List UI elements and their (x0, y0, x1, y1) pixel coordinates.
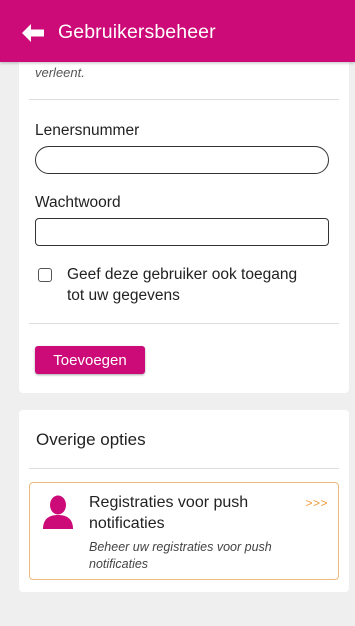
access-checkbox-label: Geef deze gebruiker ook toegang tot uw g… (67, 266, 298, 304)
lenersnummer-input[interactable] (35, 146, 329, 174)
intro-text-tail: verleent. (35, 65, 85, 80)
lenersnummer-label: Lenersnummer (35, 122, 140, 139)
app-header: Gebruikersbeheer (0, 0, 355, 62)
push-registrations-option[interactable]: Registraties voor push notificaties Behe… (29, 482, 339, 580)
wachtwoord-input[interactable] (35, 218, 329, 246)
back-arrow-icon[interactable] (21, 23, 45, 43)
access-checkbox[interactable] (38, 268, 52, 282)
divider (29, 468, 339, 469)
wachtwoord-label: Wachtwoord (35, 194, 121, 211)
chevron-right-icon: >>> (305, 496, 328, 510)
page-title: Gebruikersbeheer (58, 21, 216, 43)
option-subtitle: Beheer uw registraties voor push notific… (89, 540, 272, 571)
user-icon (43, 495, 73, 529)
divider (29, 99, 339, 100)
section-title: Overige opties (36, 430, 146, 449)
other-options-card: Overige opties Registraties voor push no… (19, 410, 349, 592)
divider (29, 323, 339, 324)
add-user-card: . verleent. Lenersnummer Wachtwoord Geef… (19, 40, 349, 393)
option-title: Registraties voor push notificaties (89, 494, 249, 532)
add-button[interactable]: Toevoegen (35, 346, 145, 374)
